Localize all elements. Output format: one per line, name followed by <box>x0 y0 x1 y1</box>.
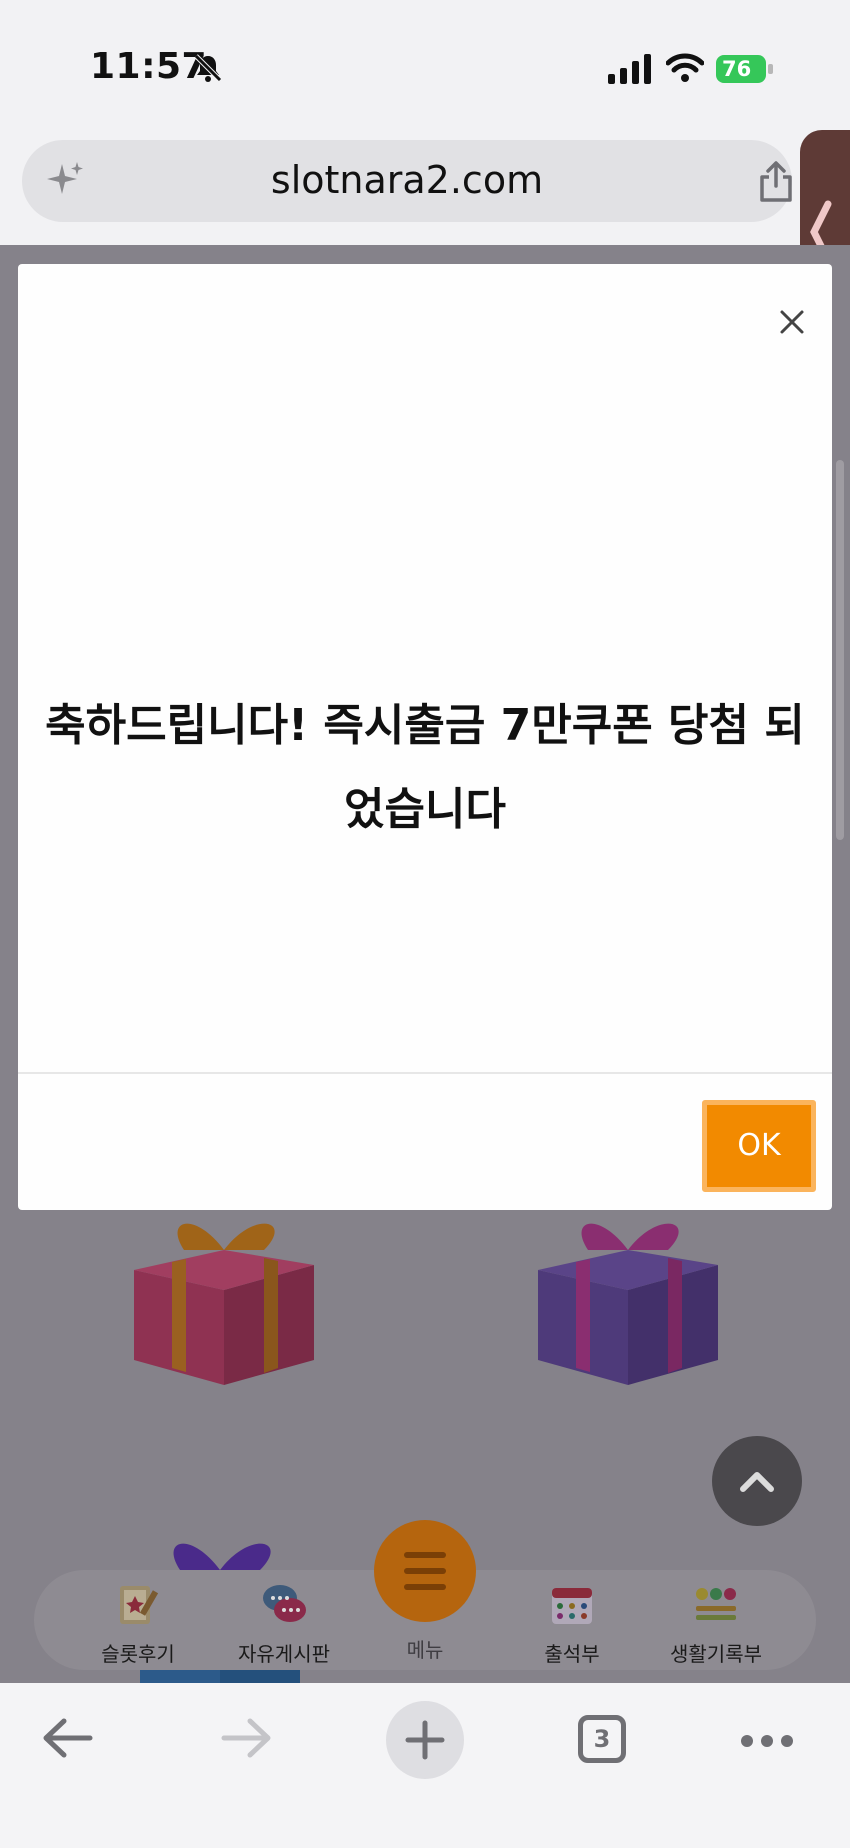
wifi-icon <box>666 53 704 82</box>
battery-tip <box>768 64 773 74</box>
battery-level: 76 <box>716 55 766 83</box>
status-time: 11:57 <box>90 46 208 87</box>
gift-box-red[interactable] <box>124 1210 324 1390</box>
back-arrow-icon[interactable] <box>40 1713 96 1763</box>
tabs-icon[interactable]: 3 <box>578 1715 626 1763</box>
browser-toolbar: 3 <box>0 1683 850 1848</box>
nav-label: 생활기록부 <box>670 1642 762 1666</box>
nav-item-attendance[interactable]: 출석부 <box>512 1580 632 1667</box>
plus-icon <box>405 1720 445 1760</box>
nav-item-free-board[interactable]: 자유게시판 <box>224 1580 344 1667</box>
nav-label: 슬롯후기 <box>101 1642 175 1666</box>
nav-item-slot-review[interactable]: 슬롯후기 <box>78 1580 198 1667</box>
prize-modal: 축하드립니다! 즉시출금 7만쿠폰 당첨 되었습니다 OK <box>18 264 832 1210</box>
calendar-icon <box>552 1588 592 1624</box>
address-bar-area: slotnara2.com <box>0 130 850 245</box>
ok-button[interactable]: OK <box>702 1100 816 1192</box>
page-scrollbar[interactable] <box>836 460 844 840</box>
url-text[interactable]: slotnara2.com <box>22 158 792 202</box>
scroll-to-top-button[interactable] <box>712 1436 802 1526</box>
modal-message: 축하드립니다! 즉시출금 7만쿠폰 당첨 되었습니다 <box>45 700 805 835</box>
modal-divider <box>18 1072 832 1074</box>
review-notepad-icon <box>120 1586 159 1624</box>
address-bar[interactable]: slotnara2.com <box>22 140 792 222</box>
nav-item-life-record[interactable]: 생활기록부 <box>656 1580 776 1667</box>
new-tab-button[interactable] <box>386 1701 464 1779</box>
menu-button[interactable] <box>374 1520 476 1622</box>
battery-charging-icon: 76 <box>716 55 774 83</box>
bell-slash-icon <box>194 54 222 82</box>
emoji-record-icon <box>696 1588 736 1620</box>
status-bar: 11:57 76 <box>0 0 850 130</box>
forward-arrow-icon[interactable] <box>218 1713 274 1763</box>
chat-bubbles-icon <box>263 1585 306 1622</box>
chevron-up-icon <box>740 1472 774 1492</box>
close-icon[interactable] <box>770 300 814 344</box>
nav-label: 자유게시판 <box>238 1642 330 1666</box>
more-dots-icon[interactable] <box>740 1733 794 1749</box>
nav-label: 출석부 <box>544 1642 600 1666</box>
menu-label: 메뉴 <box>406 1638 444 1662</box>
cellular-signal-icon <box>608 54 651 84</box>
gift-box-purple[interactable] <box>528 1210 728 1390</box>
share-icon[interactable] <box>756 160 796 204</box>
